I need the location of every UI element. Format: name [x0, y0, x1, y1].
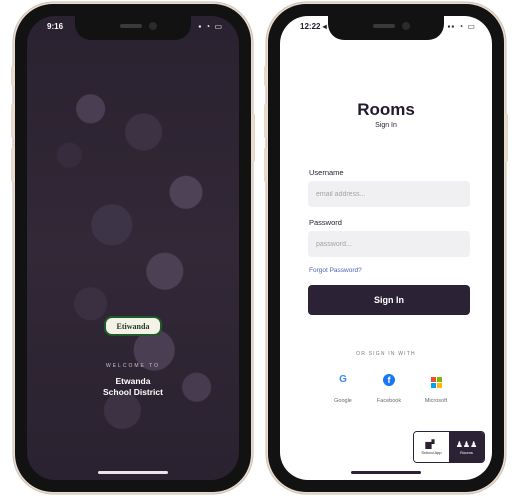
status-icons: ▪ ◔ ▭ — [198, 22, 223, 31]
google-label: Google — [334, 398, 352, 404]
status-icons: ▪▪ ◔ ▭ — [447, 22, 476, 31]
forgot-password-link[interactable]: Forgot Password? — [309, 267, 362, 274]
speaker — [373, 24, 395, 28]
volume-up-button — [11, 104, 14, 138]
username-label: Username — [309, 168, 344, 177]
or-sign-in-with-text: OR SIGN IN WITH — [356, 351, 416, 357]
camera — [402, 22, 410, 30]
notch — [75, 16, 191, 40]
school-app-label: School App — [421, 449, 442, 455]
home-indicator[interactable] — [98, 471, 168, 474]
camera — [149, 22, 157, 30]
school-app-icon: ▆▘ — [425, 439, 438, 449]
speaker — [120, 24, 142, 28]
school-app-tab[interactable]: ▆▘ School App — [414, 432, 449, 462]
google-icon: G — [339, 374, 347, 385]
rooms-tab[interactable]: ♟♟♟ Rooms — [449, 432, 484, 462]
microsoft-label: Microsoft — [424, 398, 448, 404]
status-time: 12:22 ◂ — [300, 22, 327, 31]
rooms-label: Rooms — [460, 449, 473, 455]
password-label: Password — [309, 218, 342, 227]
rooms-icon: ♟♟♟ — [455, 439, 478, 449]
home-indicator[interactable] — [351, 471, 421, 474]
notch — [328, 16, 444, 40]
app-title: Rooms — [357, 100, 415, 119]
phone-frame-login: 12:22 ◂ ▪▪ ◔ ▭ Rooms Sign In Username Pa… — [264, 4, 508, 492]
phone-frame-splash: 9:16 ▪ ◔ ▭ Etiwanda WELCOME TO Etwanda S… — [11, 4, 255, 492]
splash-screen: 9:16 ▪ ◔ ▭ Etiwanda WELCOME TO Etwanda S… — [27, 16, 239, 480]
microsoft-sign-in-button[interactable]: Microsoft — [411, 374, 461, 404]
mute-switch — [264, 66, 267, 86]
volume-down-button — [11, 148, 14, 182]
district-name-line2: School District — [103, 387, 163, 397]
password-input[interactable] — [308, 231, 470, 257]
volume-up-button — [264, 104, 267, 138]
welcome-text: WELCOME TO — [106, 363, 160, 369]
username-input[interactable] — [308, 181, 470, 207]
app-switcher: ▆▘ School App ♟♟♟ Rooms — [413, 431, 485, 463]
logo-text: Etiwanda — [116, 321, 150, 331]
volume-down-button — [264, 148, 267, 182]
district-logo: Etiwanda — [104, 316, 162, 336]
facebook-label: Facebook — [376, 398, 402, 404]
district-name: Etwanda School District — [27, 376, 239, 398]
facebook-icon: f — [364, 374, 414, 388]
page-subtitle: Sign In — [375, 122, 397, 129]
sign-in-button[interactable]: Sign In — [308, 285, 470, 315]
power-button — [252, 114, 255, 162]
microsoft-icon — [411, 374, 461, 388]
district-name-line1: Etwanda — [115, 376, 151, 386]
power-button — [505, 114, 508, 162]
login-screen: 12:22 ◂ ▪▪ ◔ ▭ Rooms Sign In Username Pa… — [280, 16, 492, 480]
status-time: 9:16 — [47, 22, 64, 31]
google-sign-in-button[interactable]: G Google — [318, 374, 368, 404]
facebook-sign-in-button[interactable]: f Facebook — [364, 374, 414, 404]
mute-switch — [11, 66, 14, 86]
